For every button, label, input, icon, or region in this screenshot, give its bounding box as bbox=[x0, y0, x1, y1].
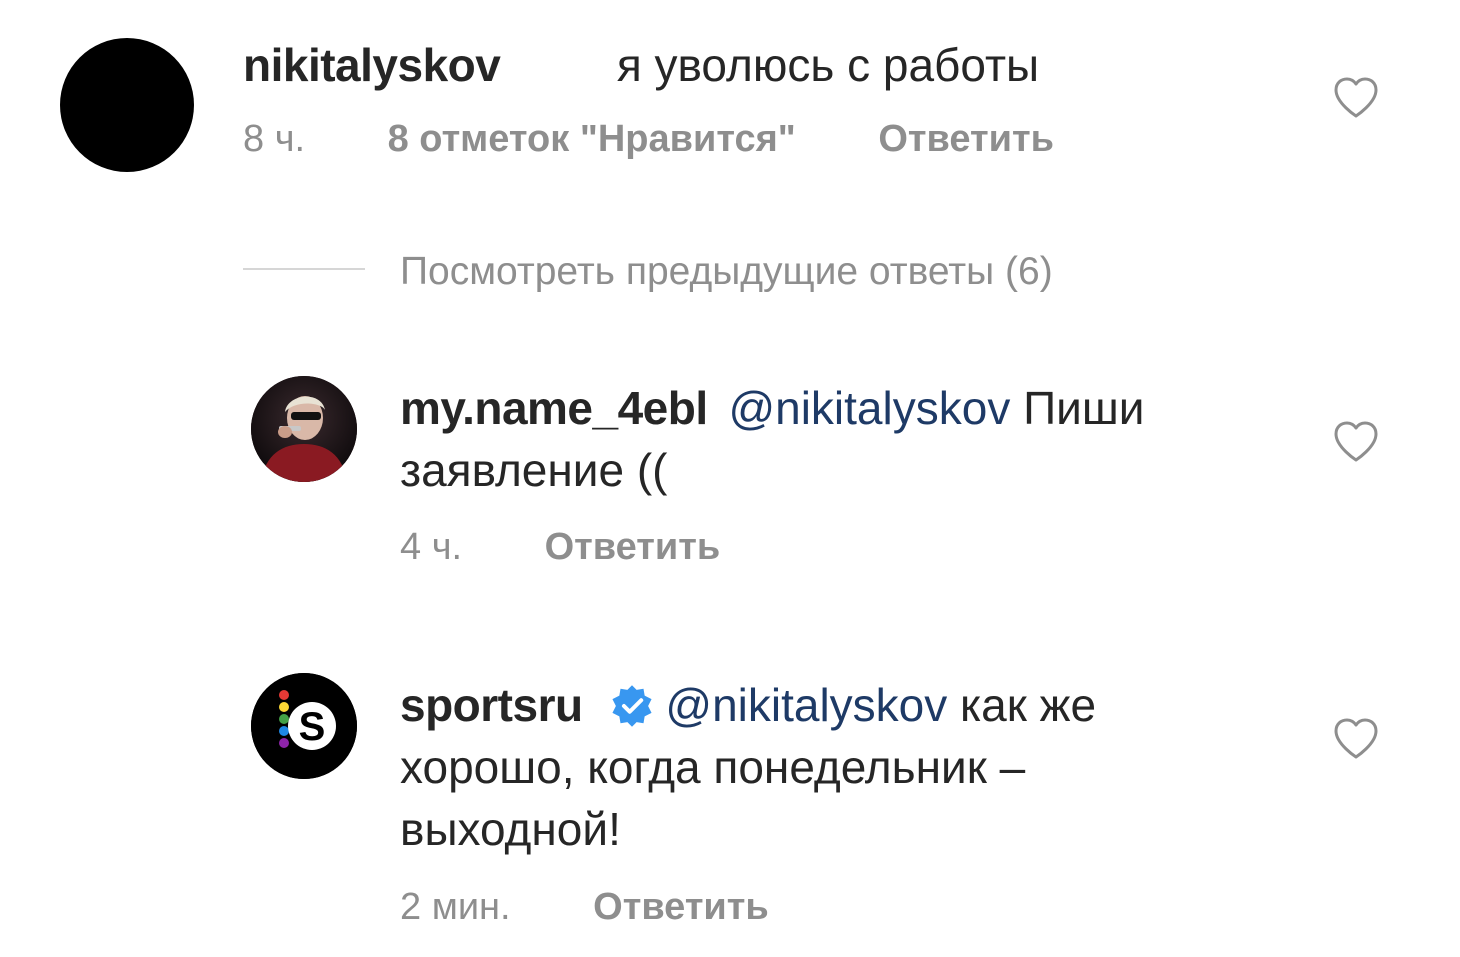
reply-2-text-c: выходной! bbox=[400, 803, 621, 855]
avatar-photo bbox=[251, 376, 357, 482]
reply-2-text-b: хорошо, когда понедельник – bbox=[400, 741, 1026, 793]
sportsru-logo-icon: S bbox=[251, 673, 357, 779]
heart-icon[interactable] bbox=[1331, 76, 1381, 120]
reply-2-time: 2 мин. bbox=[400, 886, 511, 928]
reply-2-text-a: как же bbox=[960, 679, 1097, 731]
reply-2-mention[interactable]: @nikitalyskov bbox=[665, 679, 947, 731]
reply-1-text-b: заявление (( bbox=[400, 444, 668, 496]
comment-username[interactable]: nikitalyskov bbox=[243, 39, 501, 91]
reply-1-reply-button[interactable]: Ответить bbox=[545, 526, 721, 568]
reply-2-body: sportsru @nikitalyskov как же хорошо, ко… bbox=[400, 674, 1300, 860]
reply-2-line1: sportsru @nikitalyskov как же bbox=[400, 674, 1300, 736]
reply-1-line1: my.name_4ebl @nikitalyskov Пиши bbox=[400, 377, 1300, 439]
comment-text: я уволюсь с работы bbox=[616, 39, 1040, 91]
avatar-nikitalyskov[interactable] bbox=[60, 38, 194, 172]
reply-1-body: my.name_4ebl @nikitalyskov Пиши заявлени… bbox=[400, 377, 1300, 501]
heart-icon[interactable] bbox=[1331, 420, 1381, 464]
avatar-sportsru[interactable]: S bbox=[251, 673, 357, 779]
thread-divider bbox=[243, 268, 365, 270]
comment-time: 8 ч. bbox=[243, 118, 306, 160]
comment-meta: 8 ч. 8 отметок "Нравится" Ответить bbox=[243, 118, 1054, 161]
comment-reply-button[interactable]: Ответить bbox=[878, 118, 1054, 160]
reply-1-meta: 4 ч. Ответить bbox=[400, 526, 720, 569]
reply-1-text-a: Пиши bbox=[1023, 382, 1145, 434]
heart-icon[interactable] bbox=[1331, 717, 1381, 761]
reply-1-time: 4 ч. bbox=[400, 526, 463, 568]
reply-1-mention[interactable]: @nikitalyskov bbox=[728, 382, 1010, 434]
svg-text:S: S bbox=[299, 705, 326, 749]
reply-2-meta: 2 мин. Ответить bbox=[400, 886, 769, 929]
avatar-my-name-4ebl[interactable] bbox=[251, 376, 357, 482]
reply-2-username[interactable]: sportsru bbox=[400, 679, 583, 731]
view-previous-replies-link[interactable]: Посмотреть предыдущие ответы (6) bbox=[400, 250, 1053, 294]
reply-1-username[interactable]: my.name_4ebl bbox=[400, 382, 708, 434]
verified-badge-icon bbox=[612, 685, 652, 727]
reply-2-reply-button[interactable]: Ответить bbox=[593, 886, 769, 928]
comment-likes[interactable]: 8 отметок "Нравится" bbox=[388, 118, 796, 160]
comment-header: nikitalyskov я уволюсь с работы bbox=[243, 34, 1039, 96]
